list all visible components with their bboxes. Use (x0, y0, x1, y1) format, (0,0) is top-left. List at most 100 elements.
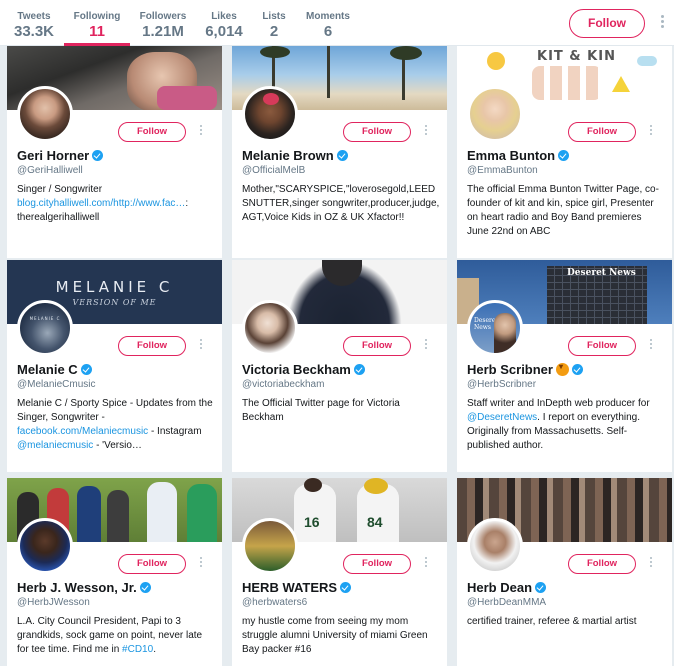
user-bio: Mother,"SCARYSPICE,"loverosegold,LEEDSNU… (242, 184, 440, 223)
nav-likes[interactable]: Likes 6,014 (200, 0, 248, 46)
bio-link-2[interactable]: @melaniecmusic (17, 440, 93, 451)
user-card-geri-horner[interactable]: Follow Geri Horner @GeriHalliwell Singer… (7, 46, 222, 258)
user-handle[interactable]: @HerbDeanMMA (467, 597, 546, 608)
jersey-number-2: 84 (367, 514, 383, 530)
user-name-text: Melanie C (17, 362, 78, 377)
banner-brand-text: KIT & KIN (537, 49, 616, 64)
avatar[interactable] (467, 86, 523, 142)
user-name[interactable]: HERB WATERS (242, 580, 352, 595)
user-card-melanie-c[interactable]: MELANIE C VERSION OF ME MELANIE C Follow… (7, 260, 222, 472)
user-name-text: HERB WATERS (242, 580, 338, 595)
user-handle[interactable]: @victoriabeckham (242, 379, 324, 390)
nav-likes-label: Likes (211, 11, 237, 22)
user-handle[interactable]: @HerbScribner (467, 379, 536, 390)
verified-badge-icon (336, 150, 348, 161)
user-handle[interactable]: @OfficialMelB (242, 165, 305, 176)
more-icon[interactable] (648, 557, 654, 571)
nav-following-label: Following (73, 11, 121, 22)
avatar[interactable]: MELANIE C (17, 300, 73, 356)
avatar[interactable] (242, 300, 298, 356)
nav-lists-label: Lists (262, 11, 286, 22)
nav-followers-count: 1.21M (142, 23, 184, 40)
bio-text: Staff writer and InDepth web producer fo… (467, 398, 650, 409)
avatar[interactable] (17, 86, 73, 142)
follow-button[interactable]: Follow (568, 554, 636, 574)
user-bio: The Official Twitter page for Victoria B… (242, 398, 400, 423)
follow-button[interactable]: Follow (343, 554, 411, 574)
user-name[interactable]: Emma Bunton (467, 148, 570, 163)
user-name-text: Geri Horner (17, 148, 90, 163)
avatar[interactable] (467, 518, 523, 574)
more-icon[interactable] (423, 557, 429, 571)
more-icon[interactable] (198, 125, 204, 139)
follow-button[interactable]: Follow (568, 122, 636, 142)
more-icon[interactable] (198, 557, 204, 571)
user-handle[interactable]: @herbwaters6 (242, 597, 307, 608)
follow-button[interactable]: Follow (118, 336, 186, 356)
user-name-text: Herb J. Wesson, Jr. (17, 580, 137, 595)
follow-button[interactable]: Follow (343, 122, 411, 142)
user-name[interactable]: Herb J. Wesson, Jr. (17, 580, 151, 595)
user-name[interactable]: Geri Horner (17, 148, 104, 163)
user-handle[interactable]: @MelanieCmusic (17, 379, 96, 390)
avatar[interactable]: Deseret News (467, 300, 523, 356)
user-card-emma-bunton[interactable]: KIT & KIN Follow Emma Bunton @EmmaBunton… (457, 46, 672, 258)
follow-button[interactable]: Follow (568, 336, 636, 356)
verified-badge-icon (139, 582, 151, 593)
nav-followers[interactable]: Followers 1.21M (134, 0, 192, 46)
more-icon[interactable] (648, 339, 654, 353)
nav-moments[interactable]: Moments 6 (303, 0, 353, 46)
nav-likes-count: 6,014 (205, 23, 243, 40)
bio-link[interactable]: #CD10 (122, 644, 153, 655)
jersey-number: 16 (304, 514, 320, 530)
follow-button[interactable]: Follow (118, 122, 186, 142)
verified-badge-icon (558, 150, 570, 161)
nav-lists[interactable]: Lists 2 (257, 0, 291, 46)
bio-text-3: - 'Versio… (93, 440, 142, 451)
user-card-melanie-brown[interactable]: Follow Melanie Brown @OfficialMelB Mothe… (232, 46, 447, 258)
profile-nav: Tweets 33.3K Following 11 Followers 1.21… (0, 0, 674, 46)
avatar[interactable] (242, 86, 298, 142)
user-bio: Staff writer and InDepth web producer fo… (467, 397, 665, 453)
user-card-herb-scribner[interactable]: Deseret News Deseret News Follow Herb Sc… (457, 260, 672, 472)
user-card-victoria-beckham[interactable]: Follow Victoria Beckham @victoriabeckham… (232, 260, 447, 472)
more-options-icon[interactable] (658, 14, 666, 32)
profile-follow-button[interactable]: Follow (569, 9, 645, 38)
verified-badge-icon (92, 150, 104, 161)
user-bio: certified trainer, referee & martial art… (467, 616, 637, 627)
more-icon[interactable] (423, 125, 429, 139)
user-handle[interactable]: @GeriHalliwell (17, 165, 83, 176)
nav-tweets-count: 33.3K (13, 23, 55, 40)
follow-button[interactable]: Follow (343, 336, 411, 356)
user-handle[interactable]: @EmmaBunton (467, 165, 538, 176)
user-name[interactable]: Melanie Brown (242, 148, 348, 163)
avatar[interactable] (17, 518, 73, 574)
bio-link[interactable]: @DeseretNews (467, 412, 537, 423)
more-icon[interactable] (198, 339, 204, 353)
user-card-herb-dean[interactable]: Follow Herb Dean @HerbDeanMMA certified … (457, 478, 672, 666)
bio-link[interactable]: facebook.com/Melaniecmusic (17, 426, 148, 437)
avatar-text: Deseret News (474, 317, 498, 331)
user-card-herb-waters[interactable]: 16 84 Follow HERB WATERS @herbwaters6 my… (232, 478, 447, 666)
more-icon[interactable] (423, 339, 429, 353)
bio-link[interactable]: blog.cityhalliwell.com/http://www.fac… (17, 198, 185, 209)
user-name[interactable]: Herb Dean (467, 580, 547, 595)
user-name-text: Victoria Beckham (242, 362, 351, 377)
nav-following[interactable]: Following 11 (64, 0, 130, 46)
bio-text: Singer / Songwriter (17, 184, 103, 195)
user-bio: The official Emma Bunton Twitter Page, c… (467, 184, 659, 237)
bio-text-2: - Instagram (148, 426, 202, 437)
user-name[interactable]: Melanie C (17, 362, 92, 377)
verified-badge-icon (80, 364, 92, 375)
more-icon[interactable] (648, 125, 654, 139)
user-name[interactable]: Herb Scribner (467, 362, 583, 377)
bio-text-2: . (153, 644, 156, 655)
user-handle[interactable]: @HerbJWesson (17, 597, 90, 608)
nav-tweets[interactable]: Tweets 33.3K (4, 0, 64, 46)
user-card-herb-wesson[interactable]: Follow Herb J. Wesson, Jr. @HerbJWesson … (7, 478, 222, 666)
follow-button[interactable]: Follow (118, 554, 186, 574)
user-name[interactable]: Victoria Beckham (242, 362, 365, 377)
banner-title: MELANIE C (55, 278, 174, 296)
avatar[interactable] (242, 518, 298, 574)
banner-sign-text: Deseret News (567, 268, 636, 278)
